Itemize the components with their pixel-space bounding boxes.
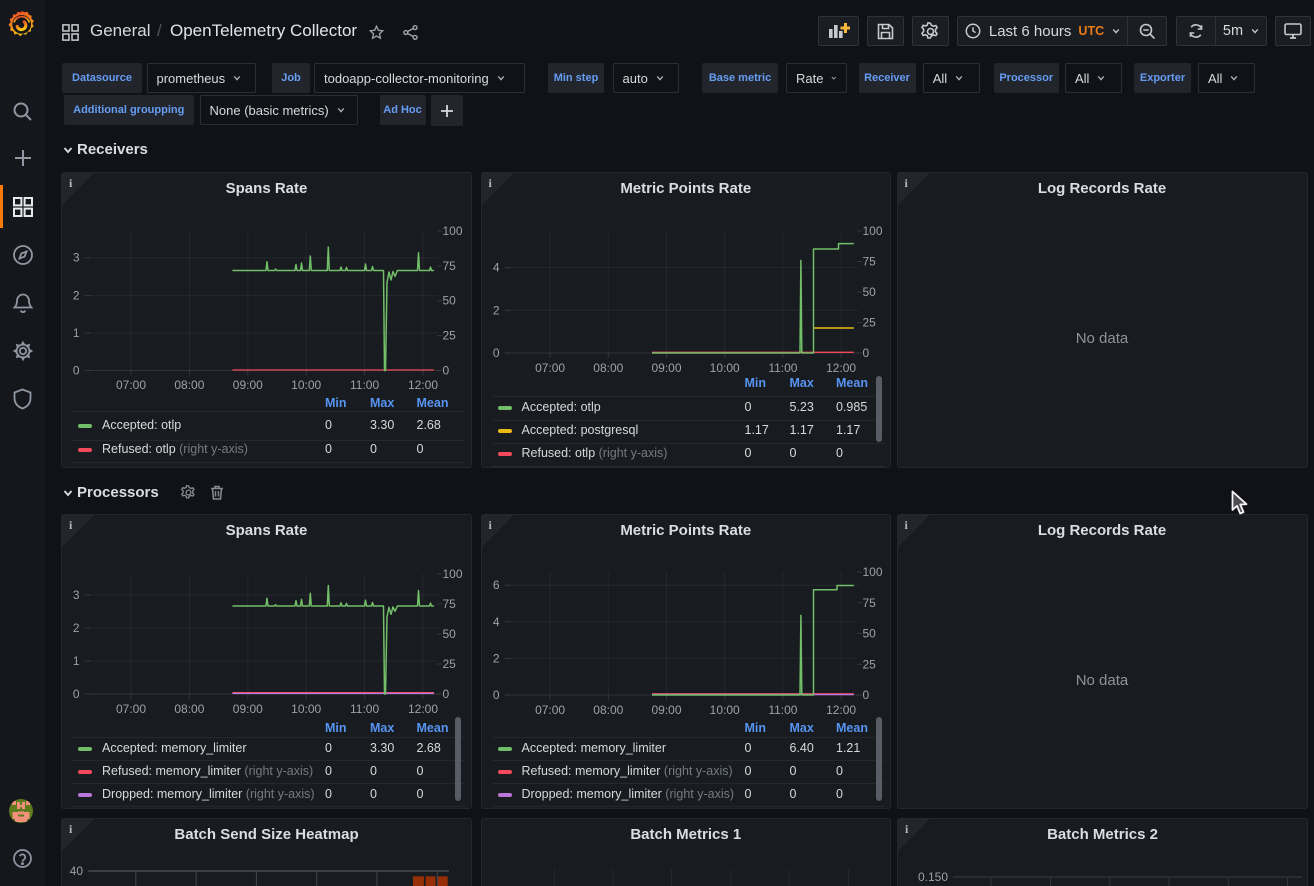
svg-text:50: 50 [862,627,876,641]
svg-text:2: 2 [492,651,499,665]
svg-text:75: 75 [862,596,876,610]
svg-text:11:00: 11:00 [768,703,797,717]
svg-text:10:00: 10:00 [291,378,321,392]
svg-text:0: 0 [73,364,80,378]
svg-text:4: 4 [492,615,499,629]
svg-text:3: 3 [73,588,80,602]
svg-text:0: 0 [443,687,450,701]
svg-text:0: 0 [492,688,499,702]
svg-text:6: 6 [492,578,499,592]
svg-text:12:00: 12:00 [408,702,438,716]
svg-text:07:00: 07:00 [535,703,565,717]
svg-text:08:00: 08:00 [174,702,204,716]
svg-text:3: 3 [73,251,80,265]
svg-text:12:00: 12:00 [408,378,438,392]
svg-text:0: 0 [862,346,869,360]
svg-text:08:00: 08:00 [174,378,204,392]
svg-text:75: 75 [443,597,457,611]
svg-text:1: 1 [73,654,80,668]
svg-text:10:00: 10:00 [709,361,739,375]
svg-text:08:00: 08:00 [593,361,623,375]
svg-text:11:00: 11:00 [768,361,797,375]
svg-text:50: 50 [862,285,876,299]
svg-text:09:00: 09:00 [651,361,681,375]
svg-text:4: 4 [492,261,499,275]
svg-text:0: 0 [443,364,450,378]
svg-text:0: 0 [73,687,80,701]
svg-text:2: 2 [73,621,80,635]
svg-text:25: 25 [862,316,876,330]
svg-text:07:00: 07:00 [116,702,146,716]
svg-text:75: 75 [443,259,457,273]
svg-text:07:00: 07:00 [116,378,146,392]
svg-text:11:00: 11:00 [350,378,379,392]
svg-text:25: 25 [443,329,457,343]
svg-text:100: 100 [862,224,882,238]
svg-text:07:00: 07:00 [535,361,565,375]
svg-text:0.150: 0.150 [918,870,948,884]
svg-text:100: 100 [862,565,882,579]
svg-text:25: 25 [862,657,876,671]
svg-text:50: 50 [443,294,457,308]
svg-text:0: 0 [862,688,869,702]
svg-text:25: 25 [443,657,457,671]
svg-text:75: 75 [862,255,876,269]
svg-text:10:00: 10:00 [291,702,321,716]
svg-text:10:00: 10:00 [709,703,739,717]
svg-text:2: 2 [492,303,499,317]
svg-text:1: 1 [73,326,80,340]
svg-text:11:00: 11:00 [350,702,379,716]
svg-text:40: 40 [70,864,84,878]
svg-text:50: 50 [443,627,457,641]
svg-text:2: 2 [73,289,80,303]
svg-text:0: 0 [492,346,499,360]
svg-text:08:00: 08:00 [593,703,623,717]
svg-text:100: 100 [443,224,463,238]
svg-text:09:00: 09:00 [233,702,263,716]
svg-text:09:00: 09:00 [233,378,263,392]
svg-text:09:00: 09:00 [651,703,681,717]
svg-text:12:00: 12:00 [826,361,856,375]
svg-text:100: 100 [443,567,463,581]
svg-text:12:00: 12:00 [826,703,856,717]
